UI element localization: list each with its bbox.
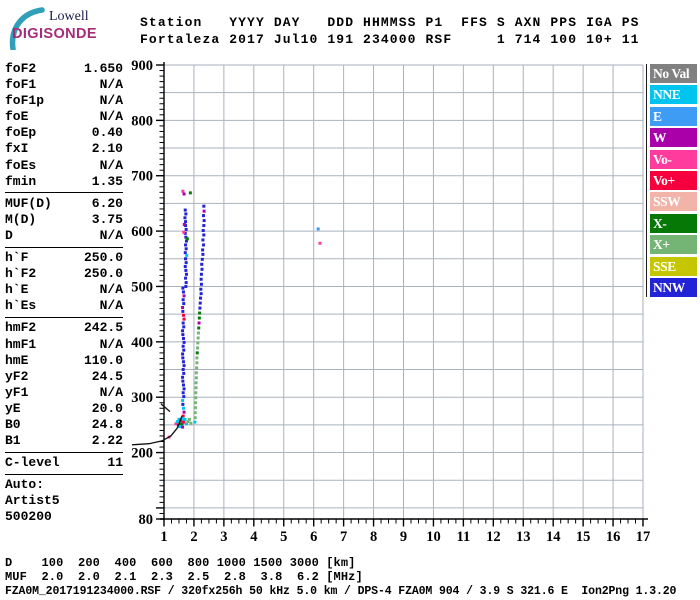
- legend-item-vo-: Vo-: [650, 149, 697, 169]
- x-tick-label: 10: [426, 529, 441, 545]
- distance-row: D 100 200 400 600 800 1000 1500 3000 [km…: [5, 556, 356, 570]
- x-tick-label: 2: [190, 529, 197, 545]
- direction-legend: No Val NNE E W Vo- Vo+ SSW X- X+ SSE NNW: [650, 64, 697, 299]
- axes: [156, 62, 648, 527]
- x-tick-label: 12: [486, 529, 501, 545]
- x-tick-label: 8: [370, 529, 377, 545]
- grid: [164, 64, 644, 519]
- y-tick-label: 500: [131, 279, 153, 295]
- profile-trace: [131, 403, 183, 446]
- y-tick-label: 900: [131, 58, 153, 74]
- x-tick-label: 15: [576, 529, 591, 545]
- x-tick-label: 14: [546, 529, 561, 545]
- x-tick-label: 9: [400, 529, 407, 545]
- x-tick-label: 11: [457, 529, 471, 545]
- ionogram-plot: 900800700600500400300200801 2 3 4 5 6 7 8 9 10 11 1…: [131, 58, 650, 545]
- legend-item-nnw: NNW: [650, 277, 697, 297]
- legend-item-x-: X-: [650, 213, 697, 233]
- legend-item-e: E: [650, 106, 697, 126]
- status-line: FZA0M_2017191234000.RSF / 320fx256h 50 k…: [5, 585, 677, 598]
- legend-item-w: W: [650, 128, 697, 148]
- y-tick-label: 700: [131, 169, 153, 185]
- axis-tick-labels: 900800700600500400300200801 2 3 4 5 6 7 8 9 10 11 1…: [131, 58, 650, 545]
- legend-item-nne: NNE: [650, 85, 697, 105]
- y-tick-label: 80: [139, 512, 154, 528]
- ionogram-page: Lowell DIGISONDE Station YYYY DAY DDD HH…: [0, 0, 700, 600]
- y-tick-label: 200: [131, 446, 153, 462]
- x-tick-label: 1: [160, 529, 167, 545]
- x-tick-label: 7: [340, 529, 347, 545]
- y-tick-label: 800: [131, 113, 153, 129]
- x-tick-label: 17: [636, 529, 651, 545]
- legend-item-x+: X+: [650, 235, 697, 255]
- legend-item-vo+: Vo+: [650, 170, 697, 190]
- y-tick-label: 400: [131, 335, 153, 351]
- legend-border: [646, 64, 647, 297]
- y-tick-label: 600: [131, 224, 153, 240]
- x-tick-label: 13: [516, 529, 531, 545]
- x-tick-label: 6: [310, 529, 317, 545]
- x-tick-label: 5: [280, 529, 287, 545]
- x-tick-label: 4: [250, 529, 257, 545]
- legend-item-sse: SSE: [650, 256, 697, 276]
- muf-row: MUF 2.0 2.0 2.1 2.3 2.5 2.8 3.8 6.2 [MHz…: [5, 570, 363, 584]
- x-tick-label: 3: [220, 529, 227, 545]
- x-tick-label: 16: [606, 529, 621, 545]
- legend-item-no-val: No Val: [650, 64, 697, 83]
- legend-item-ssw: SSW: [650, 192, 697, 212]
- y-tick-label: 300: [131, 390, 153, 406]
